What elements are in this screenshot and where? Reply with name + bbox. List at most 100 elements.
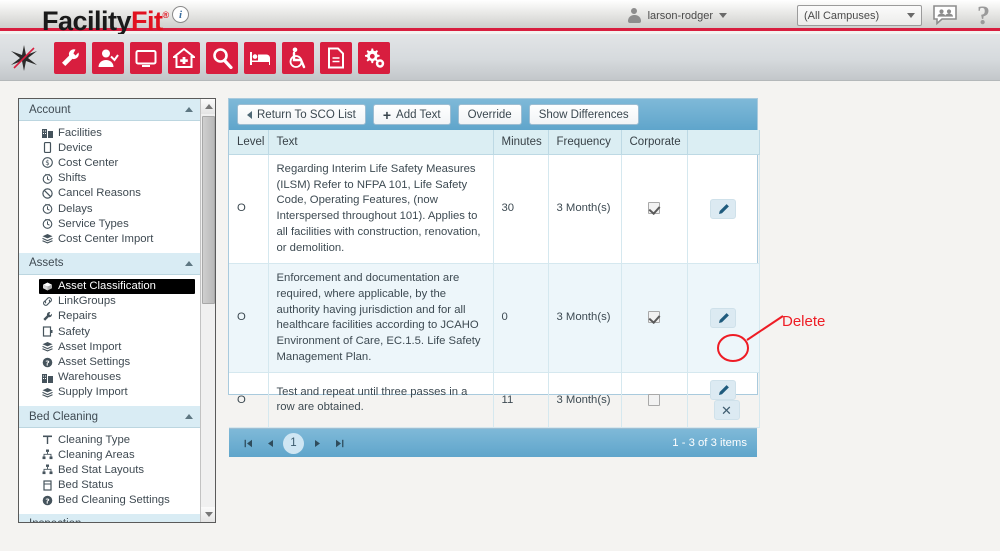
sidebar-scrollbar[interactable]: [200, 99, 215, 522]
sidebar-item-label: Bed Status: [58, 479, 114, 492]
scroll-down-button[interactable]: [201, 507, 215, 522]
cell-minutes: 30: [493, 154, 549, 265]
sidebar-item-repairs[interactable]: Repairs: [19, 309, 201, 324]
sidebar-section-account[interactable]: Account: [19, 99, 201, 121]
sidebar-item-warehouses[interactable]: Warehouses: [19, 370, 201, 385]
corporate-checkbox[interactable]: [648, 202, 660, 215]
sidebar-item-bed-cleaning-settings[interactable]: ? Bed Cleaning Settings: [19, 493, 201, 508]
table-row[interactable]: O Regarding Interim Life Safety Measures…: [229, 154, 760, 265]
sidebar-item-cancel-reasons[interactable]: Cancel Reasons: [19, 186, 201, 201]
chevron-up-icon: [185, 107, 193, 112]
help-icon[interactable]: ?: [977, 2, 990, 30]
override-button[interactable]: Override: [457, 104, 522, 125]
next-page-button[interactable]: [306, 432, 328, 454]
mop-icon: [42, 434, 53, 445]
sidebar-item-safety[interactable]: Safety: [19, 324, 201, 339]
sidebar-item-shifts[interactable]: Shifts: [19, 171, 201, 186]
sidebar-item-service-types[interactable]: Service Types: [19, 216, 201, 231]
question-circle-icon: ?: [42, 495, 53, 506]
sidebar-scroll-area: Account Facilities Device $ Cost Center: [19, 99, 201, 522]
hierarchy-icon: [42, 449, 53, 460]
device-icon: [42, 142, 53, 154]
table-row[interactable]: O Enforcement and documentation are requ…: [229, 263, 760, 374]
show-differences-button[interactable]: Show Differences: [528, 104, 639, 125]
show-differences-button-label: Show Differences: [538, 108, 629, 121]
dollar-icon: $: [42, 157, 53, 169]
last-page-button[interactable]: [328, 432, 350, 454]
info-icon[interactable]: i: [172, 6, 189, 23]
column-header-frequency[interactable]: Frequency: [548, 130, 622, 155]
scroll-up-button[interactable]: [201, 99, 215, 114]
sidebar-item-asset-import[interactable]: Asset Import: [19, 339, 201, 354]
next-page-icon: [314, 439, 320, 447]
edit-button[interactable]: [710, 380, 736, 401]
sparkle-icon[interactable]: [8, 42, 40, 74]
close-icon: ✕: [721, 402, 732, 418]
sidebar-item-supply-import[interactable]: Supply Import: [19, 385, 201, 400]
delete-button[interactable]: ✕: [713, 400, 740, 421]
sidebar-item-bed-stat-layouts[interactable]: Bed Stat Layouts: [19, 462, 201, 477]
sidebar-section-title: Bed Cleaning: [29, 410, 99, 423]
sidebar-section-title: Assets: [29, 257, 64, 269]
app-logo[interactable]: FacilityFit®: [42, 0, 169, 37]
corporate-checkbox[interactable]: [648, 393, 660, 406]
sidebar-item-cost-center[interactable]: $ Cost Center: [19, 155, 201, 170]
chevron-down-icon: [719, 13, 727, 18]
sidebar-item-cleaning-type[interactable]: Cleaning Type: [19, 432, 201, 447]
add-text-button[interactable]: + Add Text: [372, 104, 451, 125]
hospital-home-icon[interactable]: [168, 42, 200, 74]
sidebar-item-delays[interactable]: Delays: [19, 201, 201, 216]
sidebar-item-facilities[interactable]: Facilities: [19, 125, 201, 140]
page-number-button[interactable]: 1: [283, 432, 304, 454]
scrollbar-thumb[interactable]: [202, 116, 215, 304]
edit-button[interactable]: [710, 308, 736, 329]
sidebar-section-bed-cleaning[interactable]: Bed Cleaning: [19, 406, 201, 428]
magnifier-icon[interactable]: [206, 42, 238, 74]
cell-frequency: 3 Month(s): [548, 154, 622, 265]
sidebar-item-label: Safety: [58, 325, 91, 338]
wheelchair-icon[interactable]: [282, 42, 314, 74]
column-header-text[interactable]: Text: [268, 130, 494, 155]
campus-select[interactable]: (All Campuses): [797, 5, 922, 26]
user-menu[interactable]: larson-rodger: [627, 5, 727, 26]
sidebar-item-asset-classification[interactable]: Asset Classification: [39, 278, 195, 294]
person-service-icon[interactable]: [92, 42, 124, 74]
sidebar-item-label: Cost Center: [58, 156, 119, 169]
sidebar-section-inspection[interactable]: Inspection: [19, 513, 201, 522]
group-chat-icon[interactable]: [933, 4, 958, 26]
chevron-up-icon: [185, 260, 193, 266]
sidebar-item-asset-settings[interactable]: ? Asset Settings: [19, 354, 201, 369]
prev-page-button[interactable]: [259, 432, 281, 454]
document-icon[interactable]: [320, 42, 352, 74]
bed-icon[interactable]: [244, 42, 276, 74]
sidebar-item-bed-status[interactable]: Bed Status: [19, 478, 201, 493]
column-header-minutes[interactable]: Minutes: [493, 130, 549, 155]
stack-icon: [42, 233, 53, 244]
svg-text:$: $: [45, 160, 49, 168]
sidebar-item-cost-center-import[interactable]: Cost Center Import: [19, 231, 201, 246]
sidebar-item-cleaning-areas[interactable]: Cleaning Areas: [19, 447, 201, 462]
table-row[interactable]: O Test and repeat until three passes in …: [229, 372, 760, 429]
chevron-up-icon: [185, 414, 193, 419]
cell-minutes: 0: [493, 263, 549, 374]
first-page-icon: [244, 439, 252, 448]
pencil-icon: [718, 312, 729, 323]
wrench-icon[interactable]: [54, 42, 86, 74]
first-page-button[interactable]: [237, 432, 259, 454]
safety-icon: [42, 326, 53, 337]
column-header-level[interactable]: Level: [229, 130, 269, 155]
sidebar-item-label: Bed Stat Layouts: [58, 463, 145, 476]
sidebar-item-device[interactable]: Device: [19, 140, 201, 155]
gears-icon[interactable]: [358, 42, 390, 74]
return-to-sco-list-button[interactable]: Return To SCO List: [237, 104, 366, 125]
sidebar-item-linkgroups[interactable]: LinkGroups: [19, 294, 201, 309]
sidebar-item-label: LinkGroups: [58, 295, 116, 308]
sidebar-section-title: Account: [29, 103, 71, 116]
edit-button[interactable]: [710, 199, 736, 220]
column-header-corporate[interactable]: Corporate: [621, 130, 688, 155]
sidebar-item-label: Asset Import: [58, 340, 122, 353]
corporate-checkbox[interactable]: [648, 311, 660, 324]
add-text-button-label: Add Text: [396, 108, 441, 121]
sidebar-section-assets[interactable]: Assets: [19, 252, 201, 275]
monitor-icon[interactable]: [130, 42, 162, 74]
